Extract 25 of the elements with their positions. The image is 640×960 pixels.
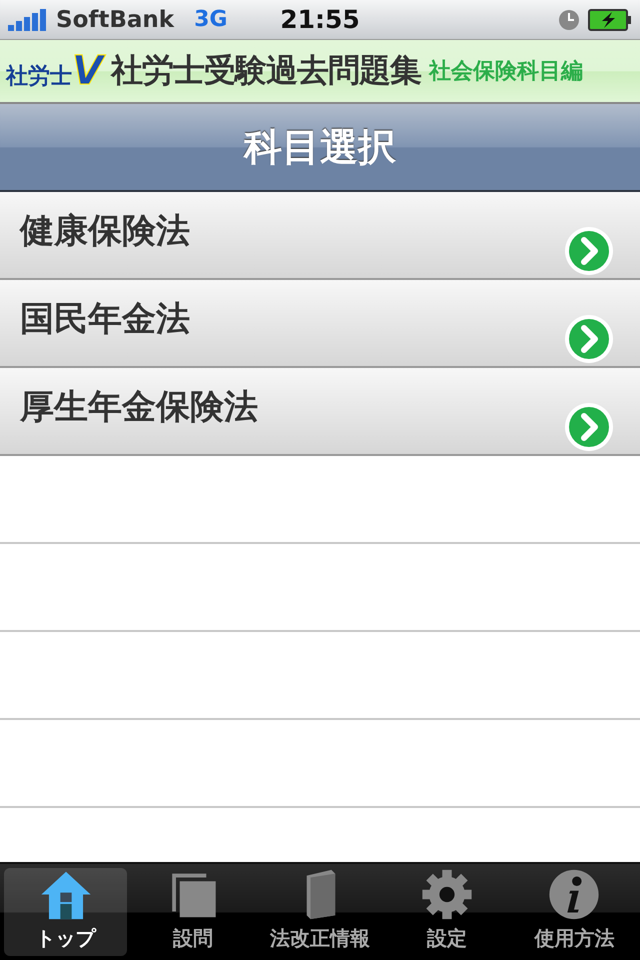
subject-label: 国民年金法 [20,298,190,341]
app-title: 社労士受験過去問題集 [110,50,421,91]
clock-icon [558,8,580,30]
clock-time: 21:55 [280,5,360,34]
chevron-icon[interactable] [564,402,614,452]
logo-mark: V [72,51,103,91]
carrier-name: SoftBank [56,6,174,32]
subject-row[interactable]: 健康保険法 [0,192,640,280]
tab-item[interactable]: 設問 [131,868,254,956]
chevron-icon[interactable] [564,314,614,364]
tab-item[interactable]: 法改正情報 [258,868,382,956]
battery-icon [588,8,632,30]
subject-row[interactable]: 厚生年金保険法 [0,368,640,456]
logo-text: 社労士 [6,63,72,91]
chevron-icon[interactable] [564,226,614,276]
network-type: 3G [194,7,228,32]
signal-icon [8,8,48,30]
nav-title: 科目選択 [244,124,396,170]
subject-row[interactable]: 国民年金法 [0,280,640,368]
app-subtitle: 社会保険科目編 [428,58,583,86]
tab-item[interactable]: 設定 [386,868,509,956]
subject-label: 厚生年金保険法 [20,386,258,429]
subject-label: 健康保険法 [20,210,190,253]
tab-item[interactable]: トップ [4,868,128,956]
tab-item[interactable]: 使用方法 [512,868,636,956]
